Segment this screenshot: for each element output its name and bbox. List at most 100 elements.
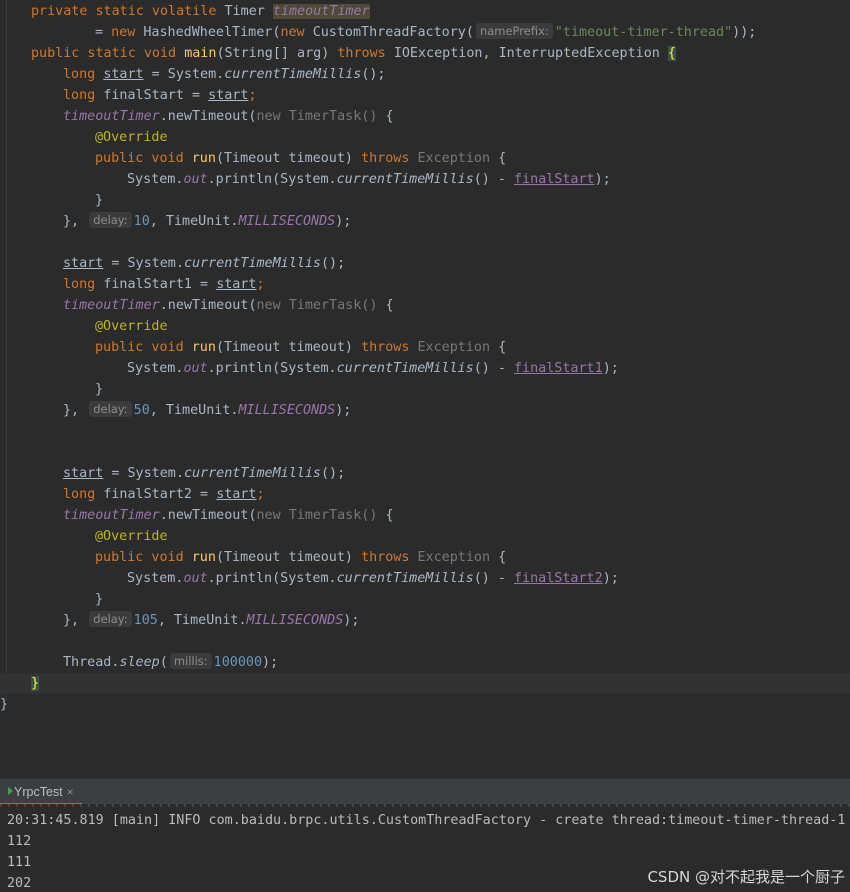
type-keyword: long <box>63 277 104 292</box>
code-text: = System. <box>103 466 184 481</box>
brace: } <box>0 697 9 712</box>
modifiers: public void <box>95 340 192 355</box>
code-line-7[interactable]: @Override <box>0 127 850 148</box>
code-line-9[interactable]: System.out.println(System.currentTimeMil… <box>0 169 850 190</box>
anon-class: new TimerTask() <box>256 109 386 124</box>
code-line-17[interactable]: public void run(Timeout timeout) throws … <box>0 337 850 358</box>
code-line-30[interactable]: }, delay: 105, TimeUnit.MILLISECONDS); <box>0 610 850 631</box>
code-line-6[interactable]: timeoutTimer.newTimeout(new TimerTask() … <box>0 106 850 127</box>
code-text: .newTimeout( <box>159 508 257 523</box>
code-text: System. <box>127 571 184 586</box>
timer-field: timeoutTimer <box>272 4 370 19</box>
console-log-line: 20:31:45.819 [main] INFO com.baidu.brpc.… <box>7 813 846 828</box>
code-line-15[interactable]: timeoutTimer.newTimeout(new TimerTask() … <box>0 295 850 316</box>
brace: } <box>95 592 104 607</box>
code-text: finalStart2 = <box>103 487 217 502</box>
modifiers: public static void <box>31 46 185 61</box>
matched-brace: } <box>31 676 40 691</box>
params: (Timeout timeout) <box>215 340 362 355</box>
code-line-18[interactable]: System.out.println(System.currentTimeMil… <box>0 358 850 379</box>
code-line-4[interactable]: long start = System.currentTimeMillis(); <box>0 64 850 85</box>
punct: ); <box>262 655 279 670</box>
code-line-20[interactable]: }, delay: 50, TimeUnit.MILLISECONDS); <box>0 400 850 421</box>
semicolon: ; <box>256 277 265 292</box>
captured-variable: finalStart <box>514 172 595 187</box>
code-editor[interactable]: private static volatile Timer timeoutTim… <box>0 0 850 778</box>
code-text: = System. <box>103 256 184 271</box>
captured-variable: finalStart2 <box>514 571 603 586</box>
out-field: out <box>183 571 208 586</box>
code-line-32[interactable]: Thread.sleep(millis: 100000); <box>0 652 850 673</box>
punct: (); <box>361 67 386 82</box>
code-line-1[interactable]: private static volatile Timer timeoutTim… <box>0 1 850 22</box>
code-text: () - <box>473 172 514 187</box>
class-name: HashedWheelTimer( <box>143 25 281 40</box>
code-line-29[interactable]: } <box>0 589 850 610</box>
modifiers: public void <box>95 550 192 565</box>
code-text: .newTimeout( <box>159 109 257 124</box>
close-icon[interactable]: × <box>67 785 74 799</box>
variable: start <box>216 277 257 292</box>
variable: start <box>63 466 104 481</box>
type-keyword: long <box>63 88 104 103</box>
code-line-8[interactable]: public void run(Timeout timeout) throws … <box>0 148 850 169</box>
code-text: .newTimeout( <box>159 298 257 313</box>
code-text: , TimeUnit. <box>149 214 239 229</box>
punct: ); <box>335 403 352 418</box>
truncated-line-remnant <box>0 804 850 807</box>
params: (String[] arg) <box>216 46 338 61</box>
class-name: CustomThreadFactory( <box>312 25 474 40</box>
code-line-33-current[interactable]: } <box>0 673 850 694</box>
code-line-14[interactable]: long finalStart1 = start; <box>0 274 850 295</box>
semicolon: ; <box>248 88 257 103</box>
semicolon: ; <box>256 487 265 502</box>
code-line-2[interactable]: = new HashedWheelTimer(new CustomThreadF… <box>0 22 850 43</box>
punct: (); <box>321 466 346 481</box>
punct: ); <box>602 571 619 586</box>
new-keyword: new <box>111 25 144 40</box>
code-text: finalStart1 = <box>103 277 217 292</box>
code-line-25[interactable]: timeoutTimer.newTimeout(new TimerTask() … <box>0 505 850 526</box>
annotation: @Override <box>95 130 168 145</box>
code-line-16[interactable]: @Override <box>0 316 850 337</box>
code-text: }, <box>63 214 88 229</box>
param-hint: millis: <box>169 653 212 669</box>
code-line-23[interactable]: start = System.currentTimeMillis(); <box>0 463 850 484</box>
run-tab-yrpctest[interactable]: YrpcTest × <box>0 779 82 805</box>
run-config-icon <box>8 787 13 795</box>
run-console[interactable]: 20:31:45.819 [main] INFO com.baidu.brpc.… <box>0 804 850 892</box>
method-call: sleep <box>119 655 160 670</box>
code-line-34[interactable]: } <box>0 694 850 715</box>
brace: { <box>498 340 507 355</box>
code-line-27[interactable]: public void run(Timeout timeout) throws … <box>0 547 850 568</box>
code-line-26[interactable]: @Override <box>0 526 850 547</box>
run-tab-label: YrpcTest <box>14 785 63 799</box>
console-output-line: 111 <box>7 855 32 870</box>
code-text: , TimeUnit. <box>157 613 247 628</box>
punct: ); <box>602 361 619 376</box>
code-line-24[interactable]: long finalStart2 = start; <box>0 484 850 505</box>
code-line-13[interactable]: start = System.currentTimeMillis(); <box>0 253 850 274</box>
code-line-11[interactable]: }, delay: 10, TimeUnit.MILLISECONDS); <box>0 211 850 232</box>
code-line-19[interactable]: } <box>0 379 850 400</box>
code-text: .println(System. <box>207 361 337 376</box>
punct: ); <box>335 214 352 229</box>
code-text: .println(System. <box>207 571 337 586</box>
annotation: @Override <box>95 319 168 334</box>
type-keyword: long <box>63 487 104 502</box>
method-call: currentTimeMillis <box>336 361 474 376</box>
method-call: currentTimeMillis <box>183 256 321 271</box>
code-text: }, <box>63 613 88 628</box>
code-line-28[interactable]: System.out.println(System.currentTimeMil… <box>0 568 850 589</box>
captured-variable: finalStart1 <box>514 361 603 376</box>
type-keyword: long <box>63 67 104 82</box>
exception: Exception <box>417 340 499 355</box>
variable: start <box>216 487 257 502</box>
code-line-5[interactable]: long finalStart = start; <box>0 85 850 106</box>
variable: start <box>103 67 144 82</box>
code-line-3[interactable]: public static void main(String[] arg) th… <box>0 43 850 64</box>
code-text: finalStart = <box>103 88 209 103</box>
punct: )); <box>732 25 757 40</box>
brace: { <box>498 550 507 565</box>
code-line-10[interactable]: } <box>0 190 850 211</box>
